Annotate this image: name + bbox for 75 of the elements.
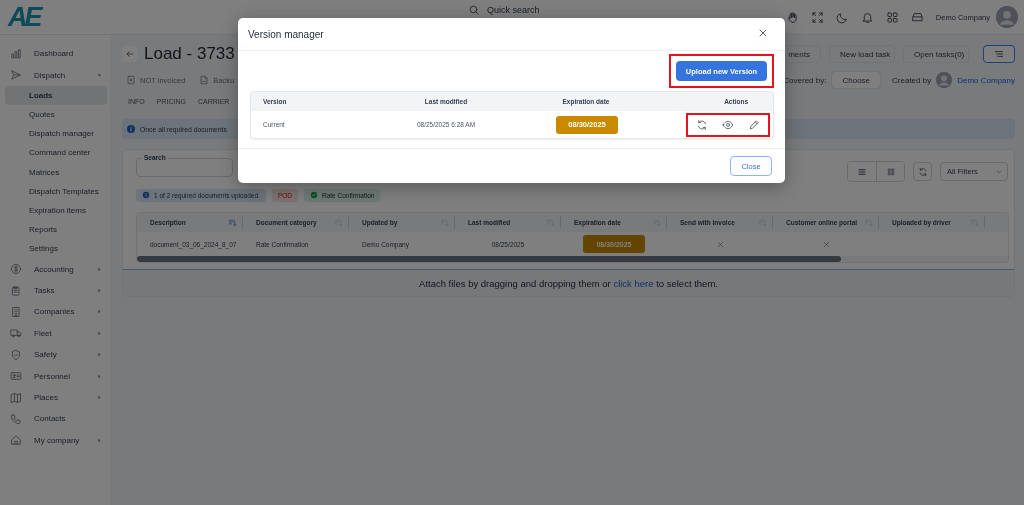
view-button[interactable] [722, 118, 734, 131]
building-icon [10, 305, 22, 318]
quick-search-field[interactable]: Quick search [487, 5, 540, 15]
bell-icon[interactable] [860, 10, 874, 24]
document-icon [199, 75, 210, 85]
header-action-button[interactable]: New load task [829, 45, 895, 63]
house-icon [10, 434, 22, 447]
page-title: Load - 3733 [144, 44, 235, 64]
sidebar-item[interactable]: Companies [5, 301, 107, 323]
sidebar-item[interactable]: Safety [5, 344, 107, 366]
eye-icon [722, 118, 734, 131]
sidebar-item[interactable]: My company [5, 429, 107, 451]
sidebar-item[interactable]: Tasks [5, 279, 107, 302]
app-logo: AE [8, 1, 42, 33]
sidebar-item[interactable]: Places [5, 386, 107, 409]
id-card-icon [10, 370, 22, 383]
send-icon [10, 69, 22, 82]
sidebar-item[interactable]: Personnel [5, 365, 107, 387]
choose-button[interactable]: Choose [831, 71, 882, 89]
sidebar-subitem[interactable]: Dispatch manager [5, 124, 107, 144]
list-icon [857, 166, 867, 177]
creator-link[interactable]: Demo Company [957, 75, 1015, 85]
info-icon [126, 124, 136, 134]
map-icon [10, 391, 22, 404]
refresh-button[interactable] [913, 162, 932, 181]
click-here-link[interactable]: click here [613, 277, 654, 289]
hand-icon[interactable] [785, 10, 799, 24]
sidebar-item[interactable]: Dashboard [5, 43, 107, 65]
back-arrow-icon [125, 49, 135, 59]
clipboard-icon [10, 284, 22, 297]
sidebar-item[interactable]: Fleet [5, 322, 107, 345]
search-icon [468, 4, 480, 16]
apps-grid-icon[interactable] [885, 10, 899, 24]
bar-chart-icon [10, 47, 22, 60]
replace-button[interactable] [696, 118, 708, 131]
dollar-icon [10, 263, 22, 276]
sidebar-item[interactable]: Contacts [5, 408, 107, 430]
menu-button[interactable] [983, 45, 1015, 63]
phone-icon [10, 412, 22, 425]
fullscreen-icon[interactable] [810, 10, 824, 24]
header-action-button[interactable]: Open tasks(0) [903, 45, 969, 63]
pencil-icon [748, 118, 760, 131]
avatar-icon [996, 6, 1018, 28]
file-drop-zone[interactable]: Attach files by dragging and dropping them or click here to select them. [123, 269, 1014, 296]
refresh-icon [917, 166, 928, 177]
moon-icon[interactable] [835, 10, 849, 24]
menu-icon [993, 48, 1005, 60]
sidebar-item[interactable]: Accounting [5, 258, 107, 280]
dialog-title: Version manager [248, 28, 324, 40]
info-icon [142, 191, 150, 199]
grid-view-button[interactable] [876, 162, 904, 181]
document-x-icon [126, 75, 136, 85]
truck-icon [10, 327, 22, 340]
sidebar-subitem[interactable]: Loads [5, 85, 107, 105]
edit-button[interactable] [748, 118, 760, 131]
sort-icon[interactable] [228, 218, 237, 227]
grid-icon [885, 166, 896, 177]
avatar-icon [936, 72, 953, 88]
sidebar-subitem[interactable]: Matrices [5, 162, 107, 182]
drop-zone-text: Attach files by dragging and dropping them or click here to select them. [419, 277, 718, 289]
close-icon [757, 27, 769, 39]
sidebar-subitem[interactable]: Settings [5, 239, 107, 259]
sidebar-subitem[interactable]: Command center [5, 143, 107, 163]
horizontal-scrollbar[interactable] [137, 256, 841, 262]
sidebar-subitem[interactable]: Expiration items [5, 200, 107, 221]
shield-icon [10, 348, 22, 361]
sidebar-subitem[interactable]: Reports [5, 220, 107, 240]
created-by-label: Created by [892, 75, 932, 85]
sidebar-item[interactable]: Dispatch [5, 64, 107, 86]
back-button[interactable] [122, 46, 138, 62]
tray-icon[interactable] [910, 10, 924, 24]
check-icon [310, 191, 318, 199]
refresh-icon [696, 118, 708, 131]
sidebar-subitem[interactable]: Quotes [5, 104, 107, 125]
sidebar-subitem[interactable]: Dispatch Templates [5, 181, 107, 201]
